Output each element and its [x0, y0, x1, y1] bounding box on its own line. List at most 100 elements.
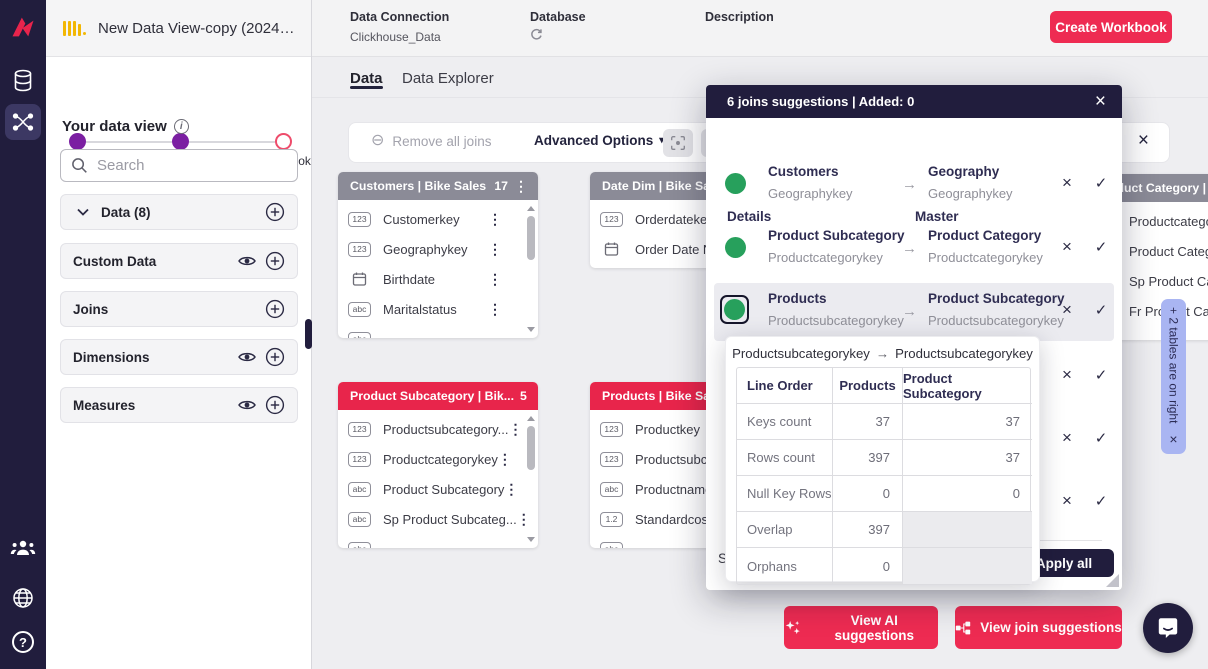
plus-circle-icon[interactable]	[265, 347, 285, 367]
scroll-up-icon[interactable]	[527, 206, 535, 211]
field-row-productsubcategory[interactable]: 123Productsubcategory...⋮	[338, 414, 538, 444]
scrollbar-thumb[interactable]	[527, 426, 535, 470]
field-row-product-subcategory[interactable]: abcProduct Subcategory⋮	[338, 474, 538, 504]
table-card-product-subcategory-bik[interactable]: Product Subcategory | Bik...5⋮ 123Product…	[338, 382, 538, 548]
create-workbook-button[interactable]: Create Workbook	[1050, 11, 1172, 43]
accept-join-icon[interactable]: ✓	[1090, 174, 1112, 192]
join-master-side: Product SubcategoryProductsubcategorykey	[928, 291, 1060, 328]
sidebar-section-measures[interactable]: Measures	[60, 387, 298, 423]
field-row-productcategorykey[interactable]: 123Productcategorykey⋮	[338, 444, 538, 474]
calendar-icon	[600, 241, 623, 257]
field-menu-icon[interactable]: ⋮	[488, 302, 502, 316]
plus-circle-icon[interactable]	[265, 251, 285, 271]
team-icon[interactable]	[8, 533, 38, 563]
card-scrollbar[interactable]	[526, 204, 536, 334]
eye-icon[interactable]	[237, 395, 257, 415]
view-join-suggestions-button[interactable]: View join suggestions	[955, 606, 1122, 649]
reject-join-icon[interactable]: ×	[1056, 491, 1078, 511]
sidebar-section-data-8[interactable]: Data (8)	[60, 194, 298, 230]
plus-circle-icon[interactable]	[265, 395, 285, 415]
field-row-customerkey[interactable]: 123Customerkey⋮	[338, 204, 538, 234]
table-menu-icon[interactable]: ⋮	[514, 179, 528, 193]
close-joins-toolbar-icon[interactable]: ×	[1138, 130, 1149, 152]
dataview-title: New Data View-copy (2024…	[98, 20, 294, 37]
overflow-tag-close-icon[interactable]: ×	[1169, 431, 1177, 447]
join-status-indicator[interactable]	[720, 295, 749, 324]
fit-view-button[interactable]	[663, 129, 693, 157]
step-select-dot[interactable]	[69, 133, 86, 150]
stats-header-line-order: Line Order	[737, 368, 833, 404]
sidebar-section-label: Data (8)	[101, 205, 151, 220]
sidebar-section-joins[interactable]: Joins	[60, 291, 298, 327]
sidebar-section-label: Dimensions	[73, 350, 150, 365]
database-icon[interactable]	[8, 66, 38, 96]
calendar-icon	[348, 271, 371, 287]
card-scrollbar[interactable]	[526, 414, 536, 544]
plus-circle-icon[interactable]	[265, 299, 285, 319]
eye-icon[interactable]	[237, 251, 257, 271]
field-row-birthdate[interactable]: Birthdate⋮	[338, 264, 538, 294]
sidebar-section-custom-data[interactable]: Custom Data	[60, 243, 298, 279]
modal-close-icon[interactable]: ×	[1095, 91, 1106, 113]
search-input[interactable]	[97, 157, 267, 174]
info-icon[interactable]: i	[174, 119, 189, 134]
view-ai-suggestions-button[interactable]: View AI suggestions	[784, 606, 938, 649]
modal-header[interactable]: 6 joins suggestions | Added: 0 ×	[706, 85, 1122, 118]
join-status-indicator[interactable]	[722, 170, 749, 197]
reject-join-icon[interactable]: ×	[1056, 365, 1078, 385]
accept-join-icon[interactable]: ✓	[1090, 492, 1112, 510]
remove-all-joins-button[interactable]: ⊖ Remove all joins	[371, 133, 491, 149]
reject-join-icon[interactable]: ×	[1056, 428, 1078, 448]
data-connection-value: Clickhouse_Data	[350, 30, 449, 44]
modal-resize-handle[interactable]	[1106, 574, 1119, 587]
join-suggestion-row-1[interactable]: CustomersGeographykey→GeographyGeography…	[714, 156, 1114, 214]
table-card-header[interactable]: Customers | Bike Sales17⋮	[338, 172, 538, 200]
accept-join-icon[interactable]: ✓	[1090, 429, 1112, 447]
step-workbook-dot[interactable]	[275, 133, 292, 150]
eye-icon[interactable]	[237, 347, 257, 367]
search-box[interactable]	[60, 149, 298, 182]
dataview-header[interactable]: New Data View-copy (2024…	[46, 0, 311, 57]
accept-join-icon[interactable]: ✓	[1090, 366, 1112, 384]
advanced-options-dropdown[interactable]: Advanced Options ▾	[534, 133, 664, 148]
join-status-indicator[interactable]	[722, 234, 749, 261]
field-menu-icon[interactable]: ⋮	[488, 212, 502, 226]
field-menu-icon[interactable]: ⋮	[488, 242, 502, 256]
field-row-geographykey[interactable]: 123Geographykey⋮	[338, 234, 538, 264]
reject-join-icon[interactable]: ×	[1056, 237, 1078, 257]
field-menu-icon[interactable]: ⋮	[498, 452, 512, 466]
joins-view-icon[interactable]	[5, 104, 41, 140]
master-key-name: Productcategorykey	[928, 250, 1060, 265]
reject-join-icon[interactable]: ×	[1056, 173, 1078, 193]
globe-icon[interactable]	[8, 583, 38, 613]
scroll-up-icon[interactable]	[527, 416, 535, 421]
reject-join-icon[interactable]: ×	[1056, 300, 1078, 320]
chevron-down-icon[interactable]	[73, 202, 93, 222]
table-card-header[interactable]: Product Subcategory | Bik...5⋮	[338, 382, 538, 410]
field-row-sp-product-subcateg[interactable]: abcSp Product Subcateg...⋮	[338, 504, 538, 534]
refresh-icon[interactable]	[530, 28, 586, 44]
tab-data[interactable]: Data	[350, 70, 383, 87]
accept-join-icon[interactable]: ✓	[1090, 238, 1112, 256]
step-define-dot[interactable]	[172, 133, 189, 150]
sidebar-section-dimensions[interactable]: Dimensions	[60, 339, 298, 375]
join-suggestion-row-2[interactable]: Product SubcategoryProductcategorykey→Pr…	[714, 220, 1114, 278]
tables-overflow-tag[interactable]: + 2 tables are on right ×	[1161, 299, 1186, 454]
table-card-customers-bike-sales[interactable]: Customers | Bike Sales17⋮ 123Customerkey⋮…	[338, 172, 538, 338]
plus-circle-icon[interactable]	[265, 202, 285, 222]
scrollbar-thumb[interactable]	[527, 216, 535, 260]
field-menu-icon[interactable]: ⋮	[509, 422, 523, 436]
table-menu-icon[interactable]: ⋮	[533, 389, 538, 403]
tab-data-explorer[interactable]: Data Explorer	[402, 70, 494, 87]
field-menu-icon[interactable]: ⋮	[488, 272, 502, 286]
accept-join-icon[interactable]: ✓	[1090, 301, 1112, 319]
scroll-down-icon[interactable]	[527, 537, 535, 542]
scroll-down-icon[interactable]	[527, 327, 535, 332]
app-logo-icon[interactable]	[8, 12, 38, 42]
join-suggestion-row-3[interactable]: ProductsProductsubcategorykey→Product Su…	[714, 283, 1114, 341]
field-row-maritalstatus[interactable]: abcMaritalstatus⋮	[338, 294, 538, 324]
field-menu-icon[interactable]: ⋮	[504, 482, 518, 496]
sidebar-scrollbar-thumb[interactable]	[305, 319, 312, 349]
help-icon[interactable]: ?	[8, 627, 38, 657]
chat-launcher[interactable]	[1143, 603, 1193, 653]
